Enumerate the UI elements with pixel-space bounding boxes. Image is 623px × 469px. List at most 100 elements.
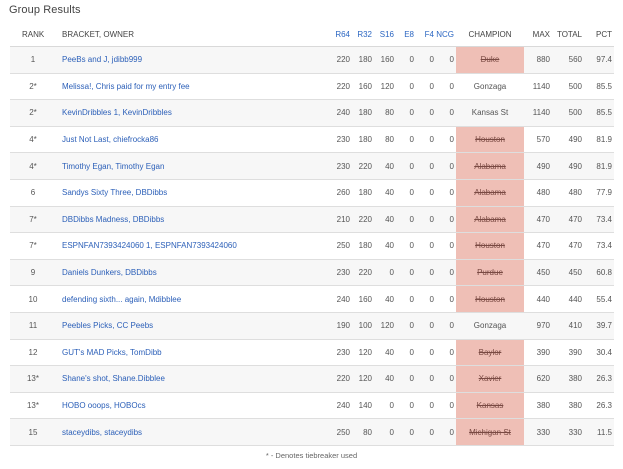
rank-cell-cell: 13* <box>10 392 56 420</box>
r32-points-cell: 180 <box>352 179 374 207</box>
percentile-cell: 81.9 <box>584 126 614 154</box>
bracket-owner-link[interactable]: Sandys Sixty Three, DBDibbs <box>62 188 167 197</box>
column-header-r64[interactable]: R64 <box>330 22 352 47</box>
bracket-owner-link[interactable]: Timothy Egan, Timothy Egan <box>62 162 164 171</box>
bracket-owner-link-cell: PeeBs and J, jdibb999 <box>56 46 330 74</box>
bracket-owner-link[interactable]: Shane's shot, Shane.Dibblee <box>62 374 165 383</box>
champion-pick: Purdue <box>477 268 503 278</box>
bracket-owner-link[interactable]: staceydibs, staceydibs <box>62 428 142 437</box>
r32-points-cell: 220 <box>352 152 374 180</box>
f4-points-cell: 0 <box>416 365 436 393</box>
e8-points-cell: 0 <box>396 99 416 127</box>
percentile-cell: 81.9 <box>584 152 614 180</box>
table-row: 1 PeeBs and J, jdibb999 220 180 160 0 0 0 Duke 88… <box>10 46 614 74</box>
champion-pick-cell: Kansas <box>456 392 524 420</box>
champion-pick: Duke <box>480 55 500 65</box>
column-header-champion[interactable]: CHAMPION <box>456 22 524 47</box>
column-header-bracket[interactable]: BRACKET, OWNER <box>56 22 330 47</box>
f4-points-cell: 0 <box>416 179 436 207</box>
r32-points-cell: 180 <box>352 126 374 154</box>
max-points-cell: 570 <box>524 126 552 154</box>
rank-cell-cell: 11 <box>10 312 56 340</box>
champion-pick-cell: Baylor <box>456 339 524 367</box>
column-header-s16[interactable]: S16 <box>374 22 396 47</box>
max-points-cell: 880 <box>524 46 552 74</box>
total-points-cell: 450 <box>552 259 584 287</box>
r64-points-cell: 260 <box>330 179 352 207</box>
percentile-cell: 39.7 <box>584 312 614 340</box>
column-header-pct[interactable]: PCT <box>584 22 614 47</box>
column-header-rank[interactable]: RANK <box>10 22 56 47</box>
max-points-cell: 490 <box>524 152 552 180</box>
bracket-owner-link[interactable]: GUT's MAD Picks, TomDibb <box>62 348 162 357</box>
r64-points-cell: 240 <box>330 99 352 127</box>
champion-pick: Kansas St <box>471 108 509 118</box>
e8-points-cell: 0 <box>396 179 416 207</box>
s16-points-cell: 160 <box>374 46 396 74</box>
champion-pick: Kansas <box>476 401 504 411</box>
total-points-cell: 470 <box>552 206 584 234</box>
champion-pick-cell: Alabama <box>456 179 524 207</box>
bracket-owner-link[interactable]: Melissa!, Chris paid for my entry fee <box>62 82 190 91</box>
ncg-points-cell: 0 <box>436 99 456 127</box>
column-header-ncg[interactable]: NCG <box>436 22 456 47</box>
column-header-e8[interactable]: E8 <box>396 22 416 47</box>
bracket-owner-link-cell: Just Not Last, chiefrocka86 <box>56 126 330 154</box>
column-header-f4[interactable]: F4 <box>416 22 436 47</box>
percentile-cell: 73.4 <box>584 232 614 260</box>
bracket-owner-link-cell: DBDibbs Madness, DBDibbs <box>56 206 330 234</box>
f4-points-cell: 0 <box>416 285 436 313</box>
bracket-owner-link[interactable]: Peebles Picks, CC Peebs <box>62 321 153 330</box>
champion-pick: Baylor <box>478 347 502 357</box>
r64-points-cell: 230 <box>330 339 352 367</box>
total-points-cell: 560 <box>552 46 584 74</box>
column-header-total[interactable]: TOTAL <box>552 22 584 47</box>
total-points-cell: 470 <box>552 232 584 260</box>
rank-cell-cell: 15 <box>10 418 56 446</box>
f4-points-cell: 0 <box>416 259 436 287</box>
champion-pick-cell: Alabama <box>456 206 524 234</box>
champion-pick-cell: Houston <box>456 232 524 260</box>
bracket-owner-link-cell: Melissa!, Chris paid for my entry fee <box>56 73 330 101</box>
s16-points-cell: 0 <box>374 418 396 446</box>
column-header-r32[interactable]: R32 <box>352 22 374 47</box>
r64-points-cell: 230 <box>330 126 352 154</box>
table-row: 2* Melissa!, Chris paid for my entry fee 2… <box>10 73 614 101</box>
max-points-cell: 330 <box>524 418 552 446</box>
s16-points-cell: 120 <box>374 73 396 101</box>
column-header-max[interactable]: MAX <box>524 22 552 47</box>
bracket-owner-link[interactable]: PeeBs and J, jdibb999 <box>62 55 142 64</box>
results-table-container: RANK BRACKET, OWNER R64 R32 S16 E8 F4 NC… <box>10 22 614 446</box>
champion-pick-cell: Houston <box>456 126 524 154</box>
bracket-owner-link[interactable]: KevinDribbles 1, KevinDribbles <box>62 108 172 117</box>
rank-cell-cell: 7* <box>10 206 56 234</box>
max-points-cell: 620 <box>524 365 552 393</box>
max-points-cell: 480 <box>524 179 552 207</box>
total-points-cell: 490 <box>552 126 584 154</box>
rank-cell-cell: 2* <box>10 73 56 101</box>
ncg-points-cell: 0 <box>436 152 456 180</box>
e8-points-cell: 0 <box>396 232 416 260</box>
max-points-cell: 470 <box>524 232 552 260</box>
r32-points-cell: 140 <box>352 392 374 420</box>
bracket-owner-link[interactable]: Just Not Last, chiefrocka86 <box>62 135 159 144</box>
bracket-owner-link[interactable]: defending sixth... again, Mdibblee <box>62 295 181 304</box>
total-points-cell: 330 <box>552 418 584 446</box>
table-row: 15 staceydibs, staceydibs 250 80 0 0 0 0 Michiga… <box>10 418 614 446</box>
r32-points-cell: 220 <box>352 259 374 287</box>
bracket-owner-link[interactable]: HOBO ooops, HOBOcs <box>62 401 146 410</box>
rank-cell-cell: 2* <box>10 99 56 127</box>
bracket-owner-link[interactable]: Daniels Dunkers, DBDibbs <box>62 268 157 277</box>
bracket-owner-link[interactable]: DBDibbs Madness, DBDibbs <box>62 215 164 224</box>
ncg-points-cell: 0 <box>436 259 456 287</box>
bracket-owner-link[interactable]: ESPNFAN7393424060 1, ESPNFAN7393424060 <box>62 241 237 250</box>
table-row: 4* Timothy Egan, Timothy Egan 230 220 40 0 0 0 A… <box>10 152 614 180</box>
total-points-cell: 500 <box>552 99 584 127</box>
total-points-cell: 390 <box>552 339 584 367</box>
rank-cell-cell: 7* <box>10 232 56 260</box>
r32-points-cell: 100 <box>352 312 374 340</box>
s16-points-cell: 120 <box>374 312 396 340</box>
e8-points-cell: 0 <box>396 365 416 393</box>
table-row: 9 Daniels Dunkers, DBDibbs 230 220 0 0 0 0 Purdu… <box>10 259 614 287</box>
champion-pick-cell: Purdue <box>456 259 524 287</box>
